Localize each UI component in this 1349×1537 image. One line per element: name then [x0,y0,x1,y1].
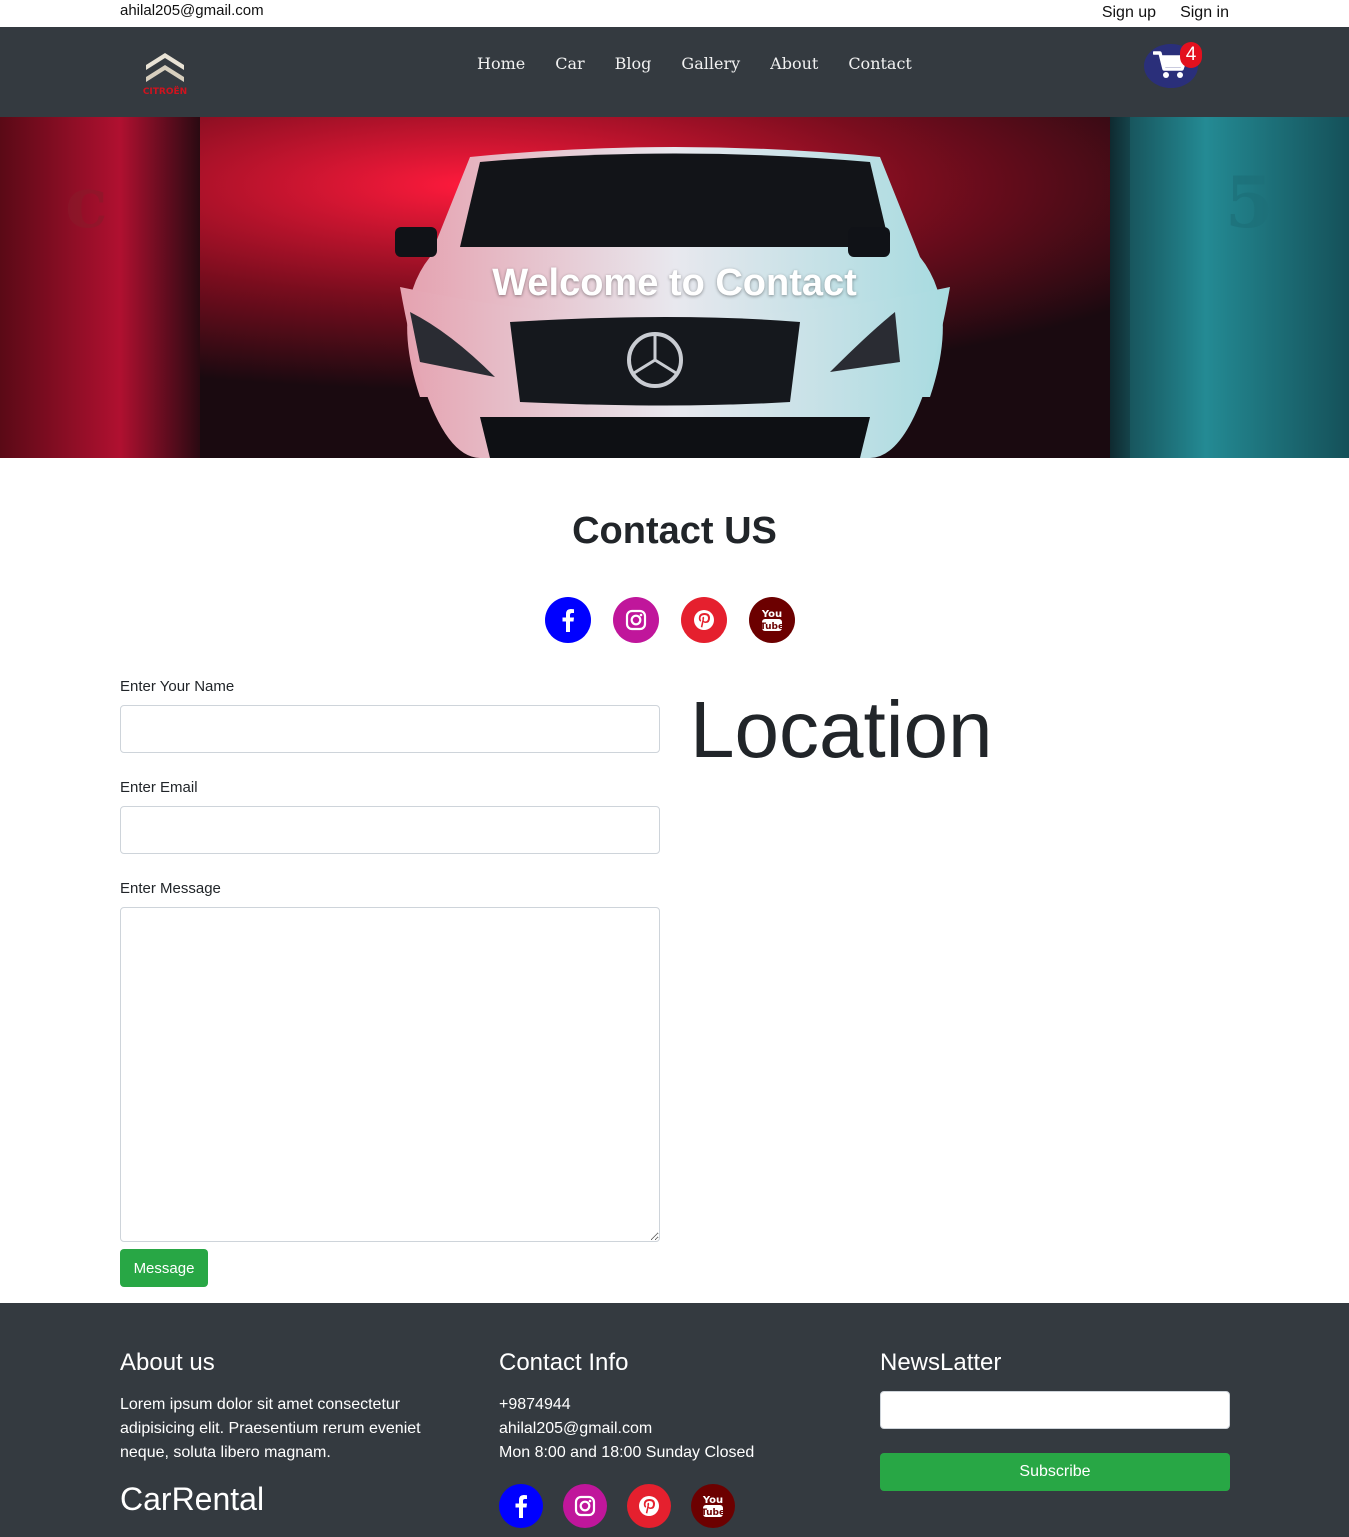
nav-home[interactable]: Home [477,54,525,73]
footer-youtube-link[interactable]: You Tube [691,1484,735,1528]
message-textarea[interactable] [120,907,660,1242]
svg-text:Tube: Tube [761,622,783,632]
svg-text:c: c [65,161,108,244]
nav-contact[interactable]: Contact [848,54,912,73]
subscribe-button[interactable]: Subscribe [880,1453,1230,1491]
contact-form: Enter Your Name Enter Email Enter Messag… [120,678,660,1242]
social-links: You Tube [545,597,795,643]
nav-blog[interactable]: Blog [615,54,652,73]
name-label: Enter Your Name [120,678,235,695]
footer-email: ahilal205@gmail.com [499,1420,653,1437]
footer-contact-info: Contact Info +9874944 ahilal205@gmail.co… [499,1349,839,1465]
instagram-link[interactable] [613,597,659,643]
instagram-icon [574,1495,596,1517]
svg-text:Tube: Tube [702,1508,724,1518]
email-label: Enter Email [120,779,198,796]
svg-text:You: You [702,1495,723,1506]
hero-banner: c 5 Welcome to Contact [0,117,1349,458]
footer-newsletter: NewsLatter Subscribe [880,1349,1230,1491]
main-nav: Home Car Blog Gallery About Contact [477,54,912,73]
location-heading: Location [690,685,993,774]
svg-text:5: 5 [1225,161,1274,244]
cart-count-badge: 4 [1180,42,1202,68]
footer-pinterest-link[interactable] [627,1484,671,1528]
svg-text:You: You [761,609,782,620]
footer-brand: CarRental [120,1481,265,1517]
pinterest-icon [639,1496,659,1516]
name-input[interactable] [120,705,660,753]
footer-phone: +9874944 [499,1396,571,1413]
brand-logo[interactable]: CITROËN [130,45,200,97]
nav-gallery[interactable]: Gallery [681,54,740,73]
nav-about[interactable]: About [770,54,818,73]
contact-heading: Contact US [572,510,777,552]
navbar: CITROËN Home Car Blog Gallery About Cont… [0,27,1349,117]
citroen-chevrons-icon: CITROËN [143,53,187,97]
footer-instagram-link[interactable] [563,1484,607,1528]
footer-newsletter-title: NewsLatter [880,1349,1002,1376]
footer-contact-title: Contact Info [499,1349,629,1376]
cart-button[interactable]: 4 [1144,42,1202,88]
hero-title: Welcome to Contact [492,262,857,304]
footer-contact-details: +9874944 ahilal205@gmail.com Mon 8:00 an… [499,1393,839,1465]
newsletter-email-input[interactable] [880,1391,1230,1429]
footer: About us Lorem ipsum dolor sit amet cons… [0,1303,1349,1537]
pinterest-link[interactable] [681,597,727,643]
youtube-icon: You Tube [702,1495,724,1518]
auth-links: Sign up Sign in [1102,4,1229,22]
facebook-icon [515,1495,527,1518]
facebook-link[interactable] [545,597,591,643]
signin-link[interactable]: Sign in [1180,4,1229,22]
signup-link[interactable]: Sign up [1102,4,1156,22]
youtube-icon: You Tube [761,609,783,632]
footer-about-title: About us [120,1349,215,1376]
footer-social-links: You Tube [499,1484,735,1528]
pinterest-icon [694,610,714,630]
email-input[interactable] [120,806,660,854]
footer-about: About us Lorem ipsum dolor sit amet cons… [120,1349,440,1518]
top-bar: ahilal205@gmail.com Sign up Sign in [0,0,1349,27]
top-email: ahilal205@gmail.com [120,2,264,19]
message-submit-button[interactable]: Message [120,1249,208,1287]
svg-text:CITROËN: CITROËN [143,86,187,97]
youtube-link[interactable]: You Tube [749,597,795,643]
facebook-icon [562,609,574,632]
nav-car[interactable]: Car [555,54,584,73]
footer-hours: Mon 8:00 and 18:00 Sunday Closed [499,1444,755,1461]
footer-facebook-link[interactable] [499,1484,543,1528]
footer-about-text: Lorem ipsum dolor sit amet consectetur a… [120,1396,421,1461]
message-label: Enter Message [120,880,221,897]
instagram-icon [625,609,647,631]
